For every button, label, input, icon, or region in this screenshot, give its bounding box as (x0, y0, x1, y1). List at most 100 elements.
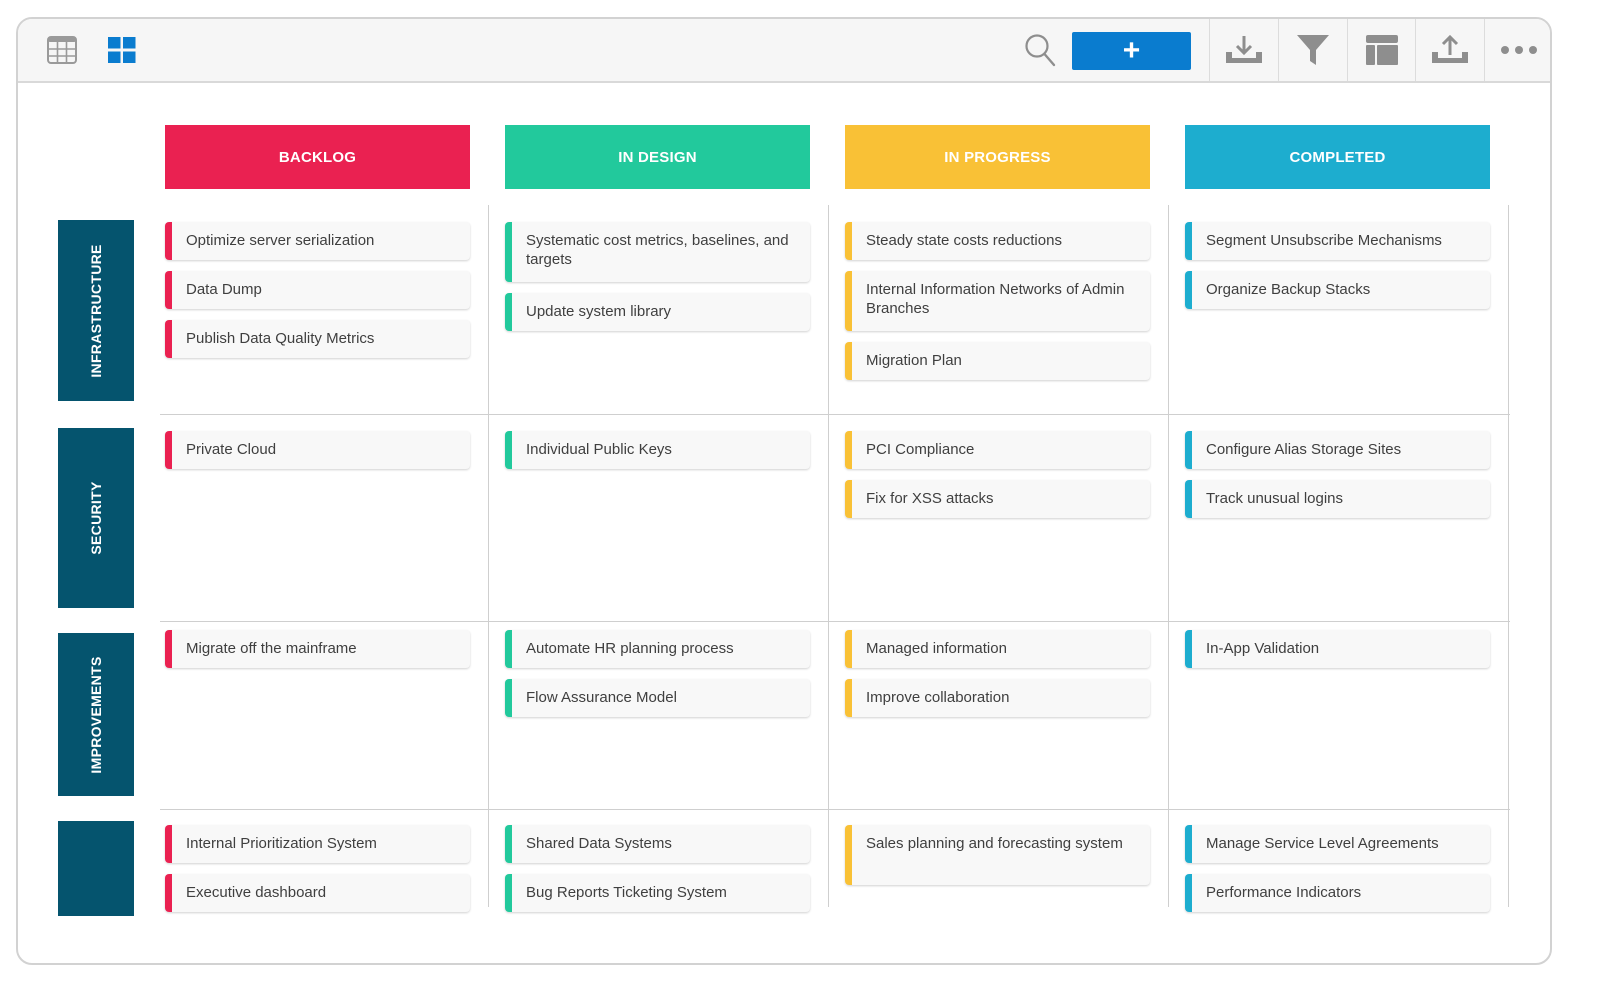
row-divider (160, 809, 1510, 810)
kanban-window: + BACKLOG IN DESIGN IN PROGRESS COMPLETE… (16, 17, 1552, 965)
column-divider (1168, 205, 1169, 907)
card-status-bar (1185, 480, 1192, 518)
task-card-title: Update system library (526, 303, 672, 320)
task-card[interactable]: Executive dashboard (165, 874, 470, 912)
task-card[interactable]: Segment Unsubscribe Mechanisms (1185, 222, 1490, 260)
task-card-title: Internal Information Networks of Admin B… (866, 281, 1125, 317)
task-card[interactable]: Fix for XSS attacks (845, 480, 1150, 518)
row-label-text: IMPROVEMENTS (88, 655, 104, 774)
task-card[interactable]: PCI Compliance (845, 431, 1150, 469)
task-card[interactable]: Internal Prioritization System (165, 825, 470, 863)
task-card-title: Migrate off the mainframe (186, 640, 357, 657)
card-status-bar (165, 630, 172, 668)
card-status-bar (845, 342, 852, 380)
card-status-bar (505, 825, 512, 863)
task-card-title: Executive dashboard (186, 884, 327, 901)
task-card-title: Publish Data Quality Metrics (186, 330, 375, 347)
task-card-title: Optimize server serialization (186, 232, 375, 249)
row-label-text: SECURITY (88, 481, 104, 555)
task-card[interactable]: Optimize server serialization (165, 222, 470, 260)
task-card[interactable]: Shared Data Systems (505, 825, 810, 863)
task-card[interactable]: Manage Service Level Agreements (1185, 825, 1490, 863)
task-card-title: Systematic cost metrics, baselines, and … (526, 232, 789, 268)
task-card-title: Fix for XSS attacks (866, 490, 994, 507)
column-header-backlog[interactable]: BACKLOG (165, 125, 470, 189)
card-status-bar (1185, 431, 1192, 469)
task-card[interactable]: Individual Public Keys (505, 431, 810, 469)
row-label-operations[interactable]: TIONS (58, 821, 134, 916)
card-status-bar (845, 431, 852, 469)
row-label-security[interactable]: SECURITY (58, 428, 134, 608)
column-header-label: IN PROGRESS (944, 148, 1051, 166)
task-card-title: Sales planning and forecasting system (866, 835, 1123, 852)
task-card[interactable]: Publish Data Quality Metrics (165, 320, 470, 358)
task-card[interactable]: Private Cloud (165, 431, 470, 469)
row-divider (160, 414, 1510, 415)
card-status-bar (845, 630, 852, 668)
task-card-title: Track unusual logins (1206, 490, 1344, 507)
task-card-title: Migration Plan (866, 352, 962, 369)
task-card[interactable]: Bug Reports Ticketing System (505, 874, 810, 912)
task-card[interactable]: Organize Backup Stacks (1185, 271, 1490, 309)
row-divider (160, 621, 1510, 622)
task-card[interactable]: Managed information (845, 630, 1150, 668)
card-status-bar (1185, 825, 1192, 863)
column-header-completed[interactable]: COMPLETED (1185, 125, 1490, 189)
task-card-title: Flow Assurance Model (526, 689, 677, 706)
task-card-title: Configure Alias Storage Sites (1206, 441, 1402, 458)
card-status-bar (845, 679, 852, 717)
card-status-bar (165, 271, 172, 309)
task-card-title: Steady state costs reductions (866, 232, 1062, 249)
row-label-text: INFRASTRUCTURE (88, 243, 104, 378)
task-card-title: Automate HR planning process (526, 640, 734, 657)
task-card-title: Shared Data Systems (526, 835, 672, 852)
column-divider (488, 205, 489, 907)
task-card-title: In-App Validation (1206, 640, 1320, 657)
task-card[interactable]: In-App Validation (1185, 630, 1490, 668)
card-status-bar (165, 825, 172, 863)
column-header-in-design[interactable]: IN DESIGN (505, 125, 810, 189)
task-card[interactable]: Configure Alias Storage Sites (1185, 431, 1490, 469)
task-card[interactable]: Track unusual logins (1185, 480, 1490, 518)
task-card[interactable]: Flow Assurance Model (505, 679, 810, 717)
task-card[interactable]: Internal Information Networks of Admin B… (845, 271, 1150, 331)
column-header-label: BACKLOG (278, 148, 357, 166)
row-label-infrastructure[interactable]: INFRASTRUCTURE (58, 220, 134, 401)
task-card[interactable]: Automate HR planning process (505, 630, 810, 668)
card-status-bar (505, 222, 512, 282)
row-label-improvements[interactable]: IMPROVEMENTS (58, 633, 134, 796)
card-status-bar (845, 480, 852, 518)
card-status-bar (505, 630, 512, 668)
card-status-bar (165, 320, 172, 358)
column-divider (1508, 205, 1509, 907)
card-status-bar (1185, 874, 1192, 912)
task-card[interactable]: Update system library (505, 293, 810, 331)
task-card[interactable]: Sales planning and forecasting system (845, 825, 1150, 885)
task-card-title: Manage Service Level Agreements (1206, 835, 1439, 852)
task-card[interactable]: Improve collaboration (845, 679, 1150, 717)
task-card-title: Data Dump (186, 281, 262, 298)
card-status-bar (1185, 271, 1192, 309)
card-status-bar (505, 874, 512, 912)
task-card-title: Segment Unsubscribe Mechanisms (1206, 232, 1442, 249)
task-card[interactable]: Systematic cost metrics, baselines, and … (505, 222, 810, 282)
task-card[interactable]: Data Dump (165, 271, 470, 309)
column-header-label: IN DESIGN (618, 148, 697, 166)
card-status-bar (845, 825, 852, 885)
card-status-bar (505, 679, 512, 717)
task-card[interactable]: Migrate off the mainframe (165, 630, 470, 668)
task-card[interactable]: Performance Indicators (1185, 874, 1490, 912)
column-header-in-progress[interactable]: IN PROGRESS (845, 125, 1150, 189)
task-card-title: Internal Prioritization System (186, 835, 377, 852)
column-header-label: COMPLETED (1289, 148, 1386, 166)
task-card-title: PCI Compliance (866, 441, 975, 458)
task-card[interactable]: Migration Plan (845, 342, 1150, 380)
card-status-bar (505, 431, 512, 469)
kanban-board: BACKLOG IN DESIGN IN PROGRESS COMPLETED … (18, 19, 1550, 963)
card-status-bar (1185, 630, 1192, 668)
task-card-title: Organize Backup Stacks (1206, 281, 1371, 298)
task-card[interactable]: Steady state costs reductions (845, 222, 1150, 260)
task-card-title: Managed information (866, 640, 1007, 657)
task-card-title: Performance Indicators (1206, 884, 1362, 901)
card-status-bar (165, 431, 172, 469)
